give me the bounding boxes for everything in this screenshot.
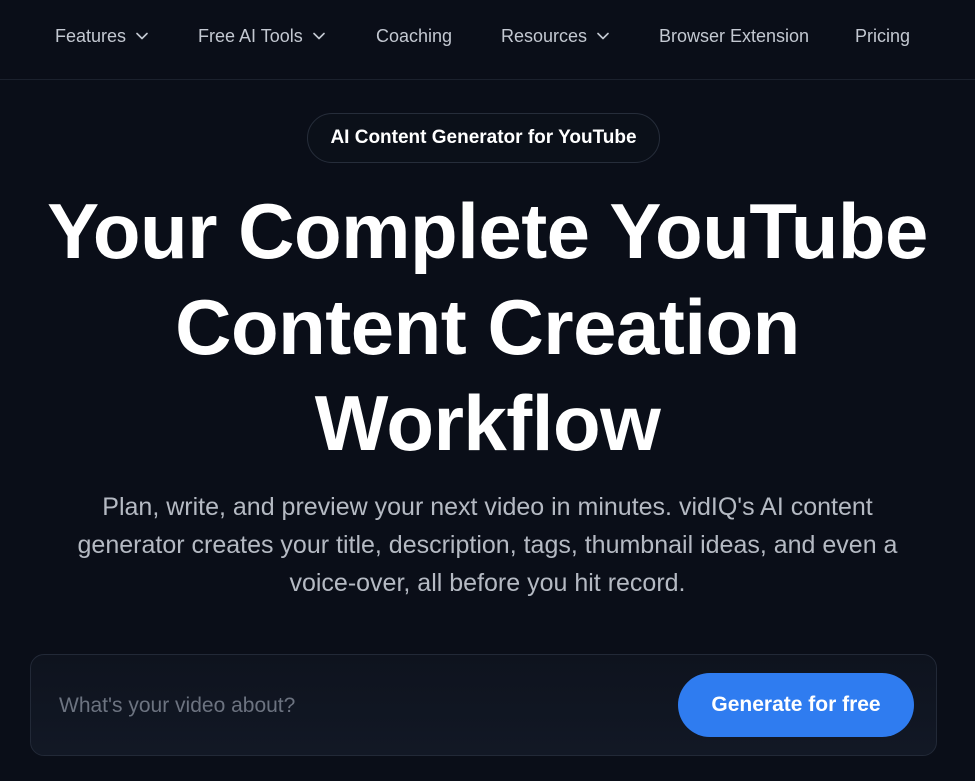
page: Features Free AI Tools Coaching Resource… <box>0 0 975 781</box>
hero-headline: Your Complete YouTube Content Creation W… <box>0 183 975 471</box>
nav-item-label: Features <box>55 25 127 46</box>
nav-item-resources[interactable]: Resources <box>501 24 609 48</box>
nav-item-label: Resources <box>501 25 588 46</box>
chevron-down-icon <box>312 30 325 42</box>
nav-item-label: Browser Extension <box>659 25 810 46</box>
nav-item-free-ai-tools[interactable]: Free AI Tools <box>198 24 325 48</box>
video-topic-input[interactable] <box>59 689 659 723</box>
nav-item-browser-extension[interactable]: Browser Extension <box>659 24 809 48</box>
nav-item-label: Coaching <box>376 25 453 46</box>
nav-item-label: Pricing <box>855 25 911 46</box>
generate-for-free-button[interactable]: Generate for free <box>678 673 914 737</box>
nav-item-features[interactable]: Features <box>55 24 148 48</box>
hero-badge: AI Content Generator for YouTube <box>307 113 660 163</box>
headline-line: Content Creation <box>175 283 800 371</box>
top-nav: Features Free AI Tools Coaching Resource… <box>0 0 975 80</box>
nav-item-pricing[interactable]: Pricing <box>855 24 910 48</box>
chevron-down-icon <box>136 30 148 42</box>
headline-line: Workflow <box>314 379 661 467</box>
subtitle-line: Plan, write, and preview your next video… <box>102 493 873 521</box>
nav-item-coaching[interactable]: Coaching <box>376 24 452 48</box>
hero-subtitle: Plan, write, and preview your next video… <box>0 488 975 602</box>
headline-line: Your Complete YouTube <box>47 187 928 275</box>
video-prompt-form: Generate for free <box>30 654 937 756</box>
subtitle-line: voice-over, all before you hit record. <box>289 569 686 597</box>
subtitle-line: generator creates your title, descriptio… <box>77 531 898 559</box>
chevron-down-icon <box>597 30 609 42</box>
nav-item-label: Free AI Tools <box>198 25 303 46</box>
